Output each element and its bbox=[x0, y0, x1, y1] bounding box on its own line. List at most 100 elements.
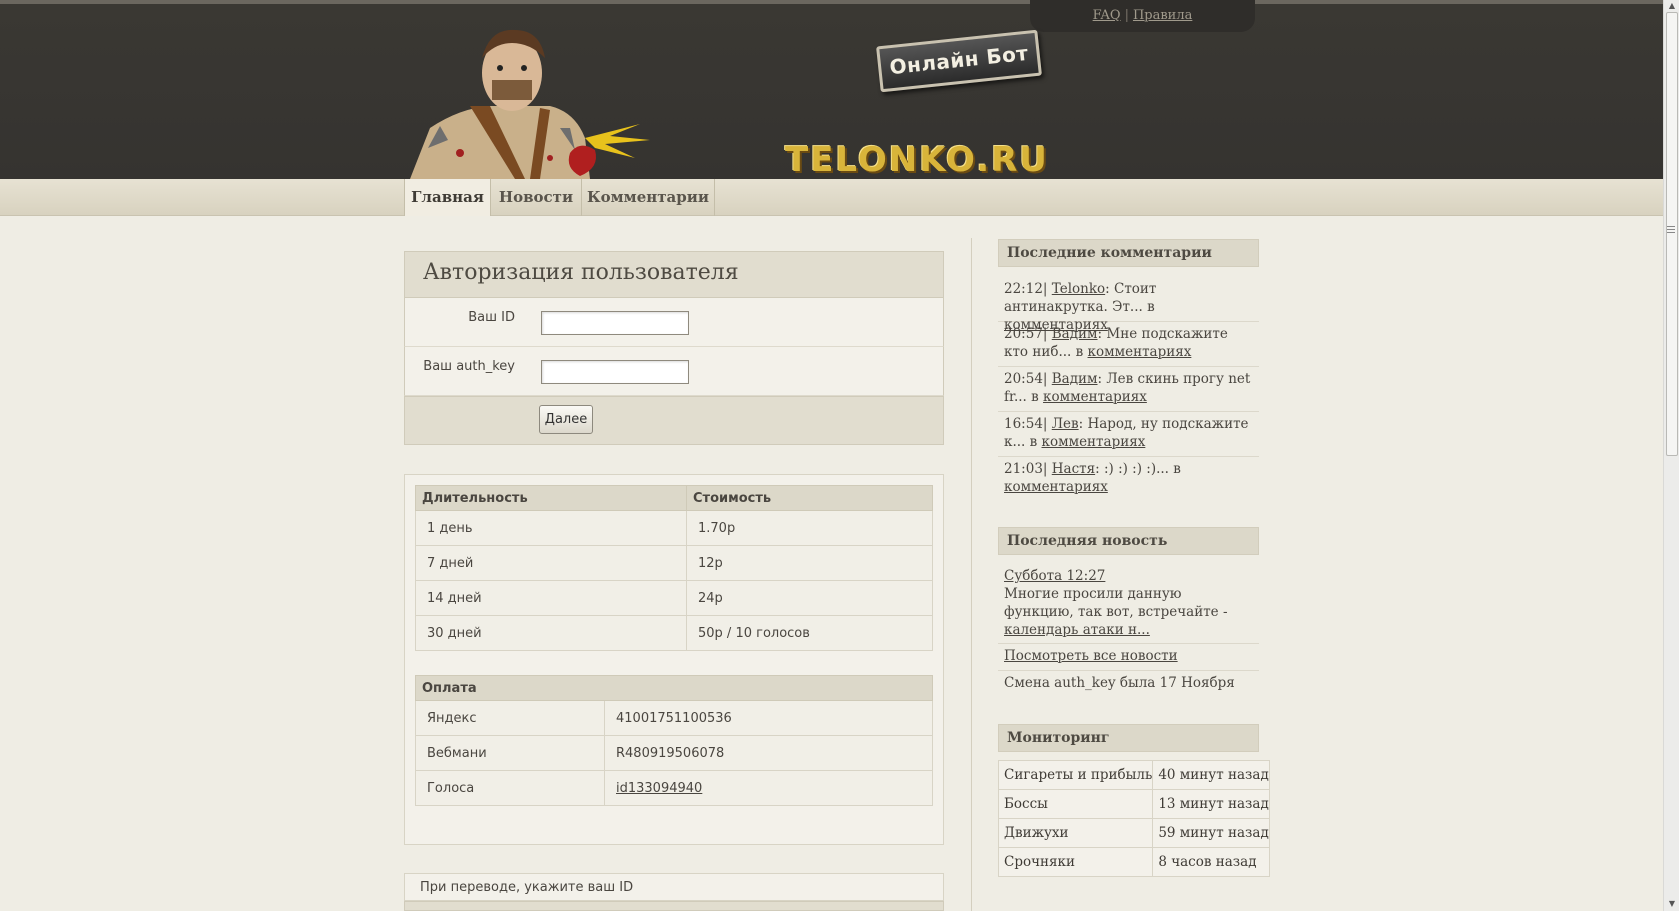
cost-cell: 50р / 10 голосов bbox=[686, 615, 933, 651]
transfer-note: При переводе, укажите ваш ID bbox=[404, 873, 944, 901]
latest-news-title: Последняя новость bbox=[998, 527, 1259, 555]
table-row: Движухи 59 минут назад bbox=[997, 818, 1270, 848]
payment-method: Вебмани bbox=[415, 735, 605, 771]
faq-link[interactable]: FAQ bbox=[1093, 8, 1121, 23]
id-input[interactable] bbox=[541, 311, 689, 335]
comment-time: 22:12| bbox=[1004, 281, 1048, 297]
tab-comments[interactable]: Комментарии bbox=[582, 179, 715, 216]
payment-method: Голоса bbox=[415, 770, 605, 806]
monitor-name: Движухи bbox=[997, 818, 1154, 848]
table-row: 1 день 1.70р bbox=[415, 510, 933, 546]
online-bot-badge[interactable]: Онлайн Бот bbox=[876, 29, 1042, 93]
comment-item: 20:57| Вадим: Мне подскажите кто ниб... … bbox=[998, 322, 1259, 367]
next-button[interactable]: Далее bbox=[539, 405, 593, 434]
latest-comments-title: Последние комментарии bbox=[998, 239, 1259, 267]
payment-method: Яндекс bbox=[415, 700, 605, 736]
monitor-name: Сигареты и прибыль bbox=[997, 760, 1154, 790]
tab-news[interactable]: Новости bbox=[491, 179, 582, 216]
tab-main[interactable]: Главная bbox=[404, 179, 491, 216]
monitor-time: 13 минут назад bbox=[1152, 789, 1270, 819]
cost-header: Стоимость bbox=[686, 485, 933, 511]
news-item: Суббота 12:27 Многие просили данную функ… bbox=[998, 564, 1259, 644]
duration-cell: 30 дней bbox=[415, 615, 687, 651]
payment-title: Оплата bbox=[415, 675, 933, 701]
main-nav: Главная Новости Комментарии bbox=[0, 179, 1663, 216]
duration-cell: 7 дней bbox=[415, 545, 687, 581]
table-row: Сигареты и прибыль 40 минут назад bbox=[997, 760, 1270, 790]
monitoring-table: Сигареты и прибыль 40 минут назад Боссы … bbox=[997, 760, 1270, 877]
auth-id-row: Ваш ID bbox=[404, 298, 944, 347]
column-divider bbox=[971, 238, 972, 911]
scroll-up-icon[interactable]: ▲ bbox=[1666, 0, 1678, 12]
table-row: 7 дней 12р bbox=[415, 545, 933, 581]
comment-user-link[interactable]: Настя bbox=[1052, 461, 1095, 477]
comments-link[interactable]: комментариях bbox=[1088, 344, 1192, 360]
votes-id-link[interactable]: id133094940 bbox=[616, 781, 702, 796]
top-links: FAQ | Правила bbox=[1030, 0, 1255, 32]
rules-link[interactable]: Правила bbox=[1133, 8, 1192, 23]
auth-title: Авторизация пользователя bbox=[404, 251, 944, 298]
auth-key-label: Ваш auth_key bbox=[423, 359, 515, 374]
comment-user-link[interactable]: Вадим bbox=[1052, 326, 1098, 342]
payment-value: 41001751100536 bbox=[604, 700, 933, 736]
site-logo[interactable]: TELONKO.RU bbox=[785, 140, 1081, 180]
authkey-change-text: Смена auth_key была 17 Ноября bbox=[1004, 675, 1235, 691]
monitor-name: Боссы bbox=[997, 789, 1154, 819]
payment-value: R480919506078 bbox=[604, 735, 933, 771]
duration-header: Длительность bbox=[415, 485, 687, 511]
comments-link[interactable]: комментариях bbox=[1042, 434, 1146, 450]
comment-user-link[interactable]: Вадим bbox=[1052, 371, 1098, 387]
scroll-thumb[interactable] bbox=[1666, 12, 1678, 456]
id-label: Ваш ID bbox=[468, 310, 515, 325]
comment-time: 20:57| bbox=[1004, 326, 1048, 342]
comment-time: 21:03| bbox=[1004, 461, 1048, 477]
cost-cell: 1.70р bbox=[686, 510, 933, 546]
auth-key-input[interactable] bbox=[541, 360, 689, 384]
mascot-illustration bbox=[410, 29, 650, 179]
prices-panel: Длительность Стоимость 1 день 1.70р 7 дн… bbox=[404, 474, 944, 845]
page-scrollbar[interactable]: ▲ ▼ bbox=[1663, 0, 1679, 911]
payment-table: Оплата Яндекс 41001751100536 Вебмани R48… bbox=[415, 675, 933, 806]
comment-text: : :) :) :) :)... в bbox=[1095, 461, 1181, 477]
comment-item: 21:03| Настя: :) :) :) :)... в комментар… bbox=[998, 457, 1259, 502]
header-top-line bbox=[0, 0, 1663, 4]
monitor-time: 40 минут назад bbox=[1152, 760, 1270, 790]
site-header: FAQ | Правила Онлайн Бот TELONKO.RU bbox=[0, 0, 1663, 180]
table-row: Яндекс 41001751100536 bbox=[415, 700, 933, 736]
scroll-grip-icon bbox=[1667, 226, 1675, 227]
comment-time: 20:54| bbox=[1004, 371, 1048, 387]
table-row: Голоса id133094940 bbox=[415, 770, 933, 806]
news-text: Многие просили данную функцию, так вот, … bbox=[1004, 586, 1228, 620]
table-row: Боссы 13 минут назад bbox=[997, 789, 1270, 819]
news-calendar-link[interactable]: календарь атаки н... bbox=[1004, 622, 1150, 638]
comment-time: 16:54| bbox=[1004, 416, 1048, 432]
all-news-item: Посмотреть все новости bbox=[998, 644, 1259, 671]
all-news-link[interactable]: Посмотреть все новости bbox=[1004, 648, 1178, 664]
duration-cell: 1 день bbox=[415, 510, 687, 546]
next-panel-edge bbox=[404, 901, 944, 911]
table-row: 14 дней 24р bbox=[415, 580, 933, 616]
table-row: Срочняки 8 часов назад bbox=[997, 847, 1270, 877]
comments-link[interactable]: комментариях bbox=[1043, 389, 1147, 405]
monitor-time: 59 минут назад bbox=[1152, 818, 1270, 848]
table-row: 30 дней 50р / 10 голосов bbox=[415, 615, 933, 651]
comment-item: 16:54| Лев: Народ, ну подскажите к... в … bbox=[998, 412, 1259, 457]
monitoring-title: Мониторинг bbox=[998, 724, 1259, 752]
comments-link[interactable]: комментариях bbox=[1004, 479, 1108, 495]
cost-cell: 24р bbox=[686, 580, 933, 616]
monitor-time: 8 часов назад bbox=[1152, 847, 1270, 877]
monitor-name: Срочняки bbox=[997, 847, 1154, 877]
cost-cell: 12р bbox=[686, 545, 933, 581]
comment-user-link[interactable]: Лев bbox=[1052, 416, 1079, 432]
duration-cell: 14 дней bbox=[415, 580, 687, 616]
top-links-separator: | bbox=[1124, 8, 1129, 23]
scroll-down-icon[interactable]: ▼ bbox=[1666, 898, 1678, 910]
comment-item: 20:54| Вадим: Лев скинь прогу net fr... … bbox=[998, 367, 1259, 412]
table-row: Вебмани R480919506078 bbox=[415, 735, 933, 771]
comment-user-link[interactable]: Telonko bbox=[1052, 281, 1105, 297]
prices-table: Длительность Стоимость 1 день 1.70р 7 дн… bbox=[415, 485, 933, 651]
auth-footer: Далее bbox=[404, 396, 944, 445]
comment-item: 22:12| Telonko: Стоит антинакрутка. Эт..… bbox=[998, 277, 1259, 333]
news-date-link[interactable]: Суббота 12:27 bbox=[1004, 568, 1105, 584]
auth-key-row: Ваш auth_key bbox=[404, 347, 944, 396]
